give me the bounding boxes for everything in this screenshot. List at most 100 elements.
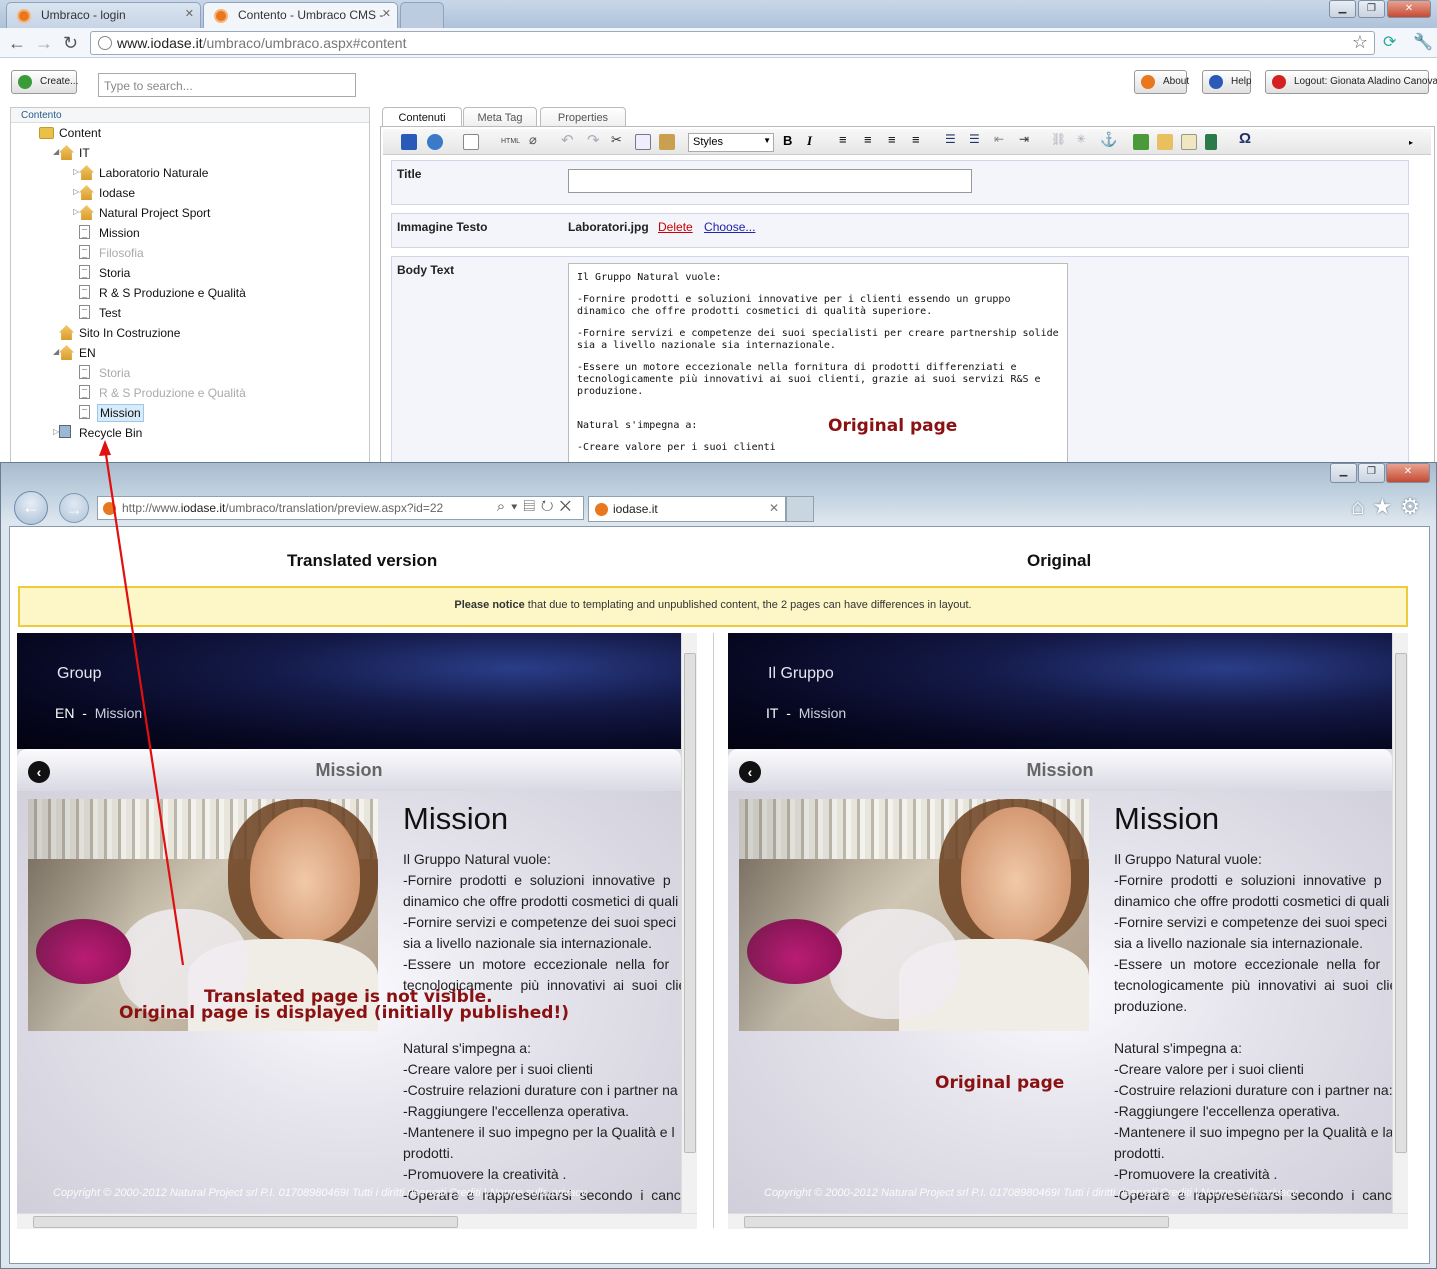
tree-item[interactable]: R & S Produzione e Qualità <box>11 384 366 404</box>
scrollbar-thumb[interactable] <box>33 1216 458 1228</box>
new-tab-button[interactable] <box>786 496 814 522</box>
scrollbar-thumb[interactable] <box>744 1216 1169 1228</box>
html-icon[interactable]: HTML <box>501 138 520 154</box>
close-tab-icon[interactable]: ✕ <box>382 7 391 20</box>
forward-arrow-icon[interactable]: → <box>35 33 53 54</box>
indent-icon[interactable]: ⇥ <box>1019 132 1035 148</box>
refresh-icon[interactable]: ↻ <box>541 498 560 515</box>
breadcrumb-lang[interactable]: IT <box>766 705 778 721</box>
outdent-icon[interactable]: ⇤ <box>994 132 1010 148</box>
title-input[interactable] <box>568 169 972 193</box>
browser-tab-iodase[interactable]: iodase.it ✕ <box>588 496 786 522</box>
logout-button[interactable]: Logout: Gionata Aladino Canova <box>1265 70 1437 94</box>
help-button[interactable]: Help <box>1202 70 1252 94</box>
insert-image-icon[interactable] <box>1133 134 1149 150</box>
numbered-list-icon[interactable]: ☰ <box>969 132 985 148</box>
paste-icon[interactable] <box>659 134 675 150</box>
close-window-button[interactable]: ✕ <box>1387 0 1431 18</box>
insert-table-icon[interactable] <box>1205 134 1217 150</box>
home-icon[interactable]: ⌂ <box>1351 494 1372 519</box>
special-char-icon[interactable]: Ω <box>1239 130 1255 147</box>
tree-item[interactable]: ◢ EN <box>11 344 366 364</box>
delete-image-link[interactable]: Delete <box>658 220 693 234</box>
address-bar[interactable]: http://www.iodase.it/umbraco/translation… <box>97 496 584 520</box>
toolbar-more-icon[interactable]: ▸ <box>1409 138 1425 154</box>
scrollbar-thumb[interactable] <box>1395 653 1407 1153</box>
bullet-list-icon[interactable]: ☰ <box>945 132 961 148</box>
choose-image-link[interactable]: Choose... <box>704 220 755 234</box>
horizontal-scrollbar[interactable] <box>728 1213 1408 1229</box>
body-text-editor[interactable]: Il Gruppo Natural vuole: -Fornire prodot… <box>568 263 1068 463</box>
copy-icon[interactable] <box>635 134 651 150</box>
align-justify-icon[interactable]: ≡ <box>912 132 928 148</box>
back-arrow-icon[interactable]: ← <box>14 491 48 525</box>
reload-icon[interactable]: ↻ <box>63 33 78 54</box>
tree-item[interactable]: Mission <box>11 224 366 244</box>
bold-icon[interactable]: B <box>783 133 799 149</box>
align-center-icon[interactable]: ≡ <box>864 132 880 148</box>
forward-arrow-icon[interactable]: → <box>59 493 89 523</box>
close-window-button[interactable]: ✕ <box>1386 463 1430 483</box>
search-icon[interactable]: ⌕ <box>497 498 511 515</box>
about-button[interactable]: About <box>1134 70 1189 94</box>
stop-icon[interactable]: ✕ <box>560 498 577 515</box>
tree-item[interactable]: Sito In Costruzione <box>11 324 366 344</box>
wrench-icon[interactable]: 🔧 <box>1413 32 1433 52</box>
skype-icon[interactable]: ⟳ <box>1383 32 1396 52</box>
minimize-button[interactable]: ▁ <box>1329 0 1356 18</box>
save-icon[interactable] <box>401 134 417 150</box>
preview-icon[interactable] <box>463 134 479 150</box>
undo-icon[interactable]: ↶ <box>561 131 577 149</box>
browser-tab-contento[interactable]: Contento - Umbraco CMS - ✕ <box>203 2 398 28</box>
favorites-star-icon[interactable]: ★ <box>1373 494 1401 519</box>
align-left-icon[interactable]: ≡ <box>839 132 855 148</box>
close-tab-icon[interactable]: ✕ <box>769 501 779 515</box>
breadcrumb-page[interactable]: Mission <box>799 705 846 721</box>
tree-item[interactable]: ◢ IT <box>11 144 366 164</box>
browser-tab-umbraco-login[interactable]: Umbraco - login ✕ <box>6 2 201 28</box>
tree-item[interactable]: Storia <box>11 364 366 384</box>
styles-select[interactable]: Styles ▼ <box>688 133 774 152</box>
expand-arrow-icon[interactable]: ▷ <box>73 187 81 196</box>
create-button[interactable]: Create... <box>11 70 78 94</box>
tree-item[interactable]: Mission <box>11 404 366 424</box>
minimize-button[interactable]: ▁ <box>1330 463 1357 483</box>
tree-item[interactable]: ▷ Iodase <box>11 184 366 204</box>
anchor-icon[interactable]: ⚓ <box>1100 131 1117 147</box>
eraser-icon[interactable]: ⌀ <box>529 132 545 148</box>
close-tab-icon[interactable]: ✕ <box>185 7 194 20</box>
collapse-arrow-icon[interactable]: ◢ <box>53 147 61 156</box>
tree-item[interactable]: Storia <box>11 264 366 284</box>
back-arrow-icon[interactable]: ← <box>8 33 26 54</box>
cut-icon[interactable]: ✂ <box>611 132 627 148</box>
collapse-arrow-icon[interactable]: ◢ <box>53 347 61 356</box>
search-input[interactable]: Type to search... <box>98 73 356 97</box>
scrollbar-thumb[interactable] <box>684 653 696 1153</box>
redo-icon[interactable]: ↷ <box>587 131 603 149</box>
tree-item[interactable]: Content <box>11 124 366 144</box>
tree-item[interactable]: Filosofia <box>11 244 366 264</box>
insert-macro-icon[interactable] <box>1157 134 1173 150</box>
tree-item[interactable]: R & S Produzione e Qualità <box>11 284 366 304</box>
align-right-icon[interactable]: ≡ <box>888 132 904 148</box>
maximize-button[interactable]: ❐ <box>1358 0 1385 18</box>
address-bar[interactable]: www.iodase.it/umbraco/umbraco.aspx#conte… <box>90 31 1375 55</box>
tab-properties[interactable]: Properties <box>540 107 626 127</box>
vertical-scrollbar[interactable] <box>681 633 697 1213</box>
insert-form-icon[interactable] <box>1181 134 1197 150</box>
tree-item[interactable]: Test <box>11 304 366 324</box>
tab-meta-tag[interactable]: Meta Tag <box>463 107 537 127</box>
unlink-icon[interactable]: ✳ <box>1076 132 1092 148</box>
expand-arrow-icon[interactable]: ▷ <box>73 207 81 216</box>
horizontal-scrollbar[interactable] <box>17 1213 697 1229</box>
breadcrumb-page[interactable]: Mission <box>95 705 142 721</box>
new-tab-button[interactable] <box>400 2 444 28</box>
breadcrumb-lang[interactable]: EN <box>55 705 74 721</box>
link-icon[interactable]: ⛓ <box>1051 132 1067 148</box>
save-publish-icon[interactable] <box>427 134 443 150</box>
expand-arrow-icon[interactable]: ▷ <box>73 167 81 176</box>
bookmark-star-icon[interactable]: ☆ <box>1352 32 1368 53</box>
tab-contenuti[interactable]: Contenuti <box>382 107 462 127</box>
tree-item[interactable]: ▷ Natural Project Sport <box>11 204 366 224</box>
chevron-down-icon[interactable]: ▾ <box>511 498 523 515</box>
